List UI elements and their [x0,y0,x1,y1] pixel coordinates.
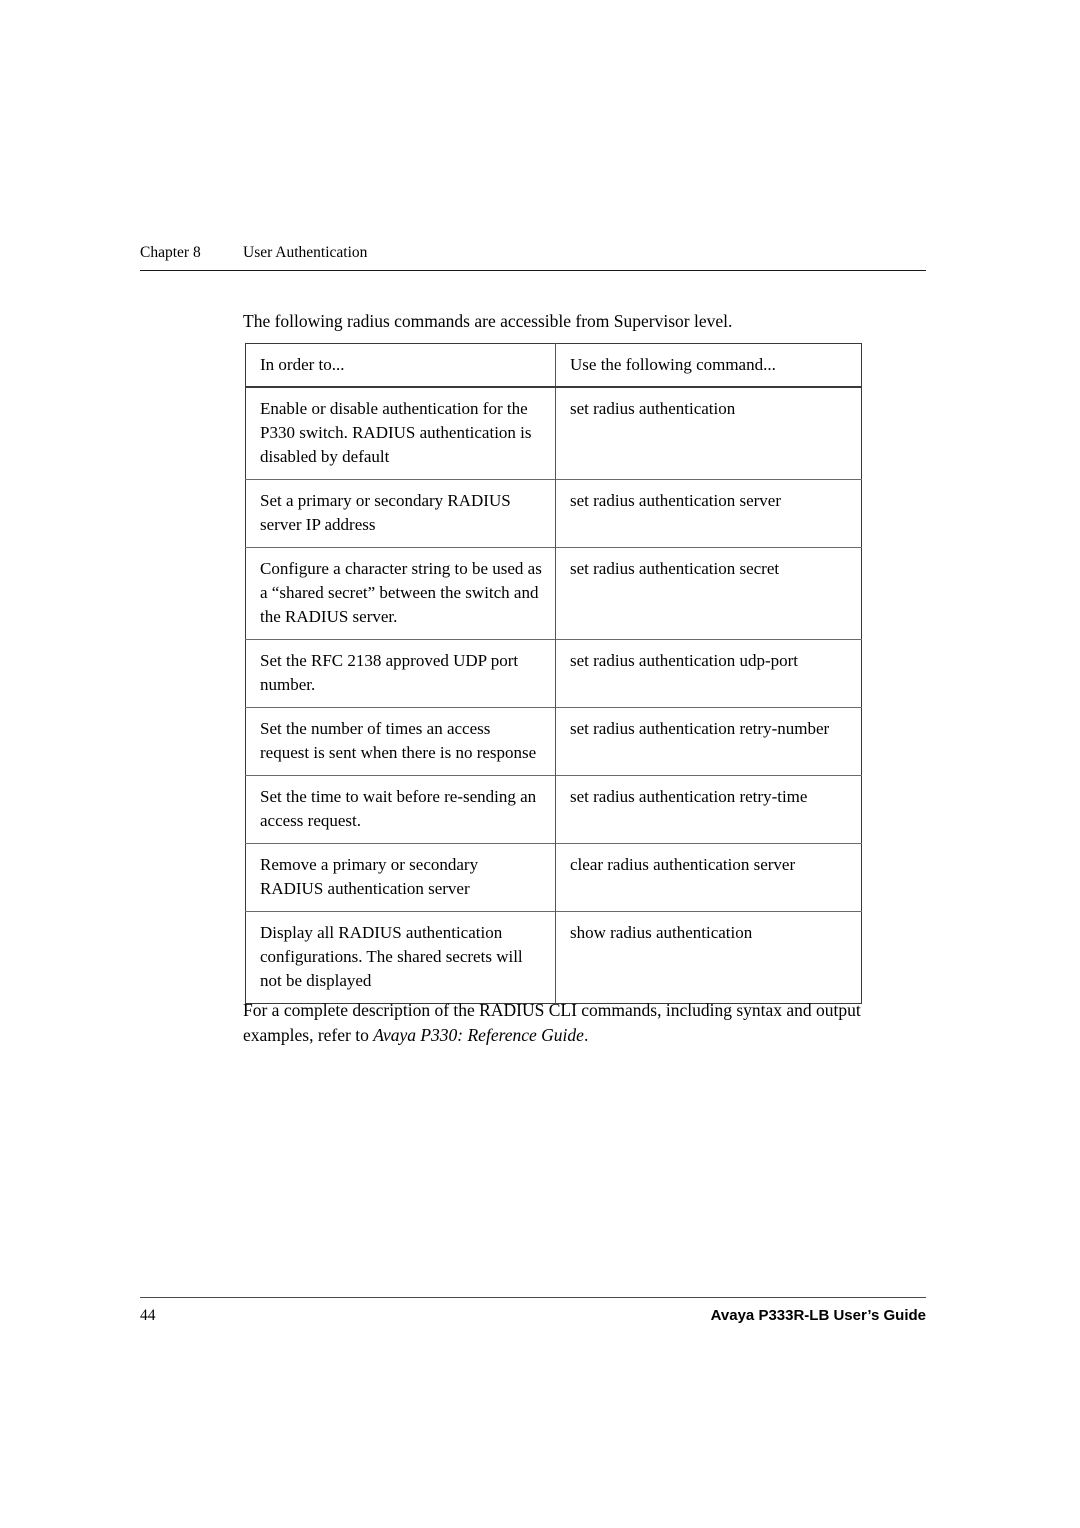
cell-command-text: show radius authentication [570,923,753,942]
cell-intent: Set a primary or secondary RADIUS server… [245,479,556,548]
table-row: Enable or disable authentication for the… [245,387,862,480]
cell-command: set radius authentication retry-time [556,776,862,844]
table-row: Set the RFC 2138 approved UDP port numbe… [245,639,862,708]
header-rule [140,270,926,271]
cell-command: set radius authentication udp-port [556,640,862,708]
cell-command-text: clear radius authentication server [570,855,796,874]
guide-title: Avaya P333R-LB User’s Guide [710,1307,926,1324]
cell-command: set radius authentication [556,387,862,480]
column-header-intent: In order to... [245,343,556,388]
cell-intent-text: Set the RFC 2138 approved UDP port numbe… [260,651,519,694]
table-row: Set the number of times an access reques… [245,707,862,776]
cell-intent: Remove a primary or secondary RADIUS aut… [245,843,556,912]
cell-intent-text: Remove a primary or secondary RADIUS aut… [260,855,479,898]
radius-commands-table: In order to... Use the following command… [245,343,862,1004]
cell-intent: Set the time to wait before re-sending a… [245,775,556,844]
chapter-label: Chapter 8 [140,244,201,261]
page-footer: 44 Avaya P333R-LB User’s Guide [140,1303,926,1329]
table-row: Set a primary or secondary RADIUS server… [245,479,862,548]
cell-command: set radius authentication secret [556,548,862,640]
cell-intent-text: Display all RADIUS authentication config… [260,923,523,990]
table-header: In order to... Use the following command… [245,343,862,388]
cell-command-text: set radius authentication retry-number [570,719,830,738]
table-body: Enable or disable authentication for the… [245,387,862,1004]
cell-command-text: set radius authentication [570,399,736,418]
cell-command: clear radius authentication server [556,844,862,912]
cell-intent: Configure a character string to be used … [245,547,556,640]
reference-guide-title: Avaya P330: Reference Guide [373,1024,584,1045]
closing-paragraph-trail: . [583,1024,589,1045]
closing-paragraph: For a complete description of the RADIUS… [243,998,935,1048]
table-row: Set the time to wait before re-sending a… [245,775,862,844]
cell-command: set radius authentication retry-number [556,708,862,776]
cell-intent: Display all RADIUS authentication config… [245,911,556,1004]
column-header-command-text: Use the following command... [570,355,776,374]
cell-intent: Enable or disable authentication for the… [245,387,556,480]
cell-intent: Set the number of times an access reques… [245,707,556,776]
cell-command-text: set radius authentication secret [570,559,780,578]
cell-intent-text: Set the number of times an access reques… [260,719,537,762]
column-header-intent-text: In order to... [260,355,345,374]
cell-command: show radius authentication [556,912,862,1004]
document-page: Chapter 8 User Authentication The followi… [0,0,1080,1528]
cell-command-text: set radius authentication retry-time [570,787,808,806]
cell-command-text: set radius authentication udp-port [570,651,799,670]
table-row: Configure a character string to be used … [245,547,862,640]
cell-intent-text: Configure a character string to be used … [260,559,542,626]
cell-intent-text: Enable or disable authentication for the… [260,399,532,466]
chapter-title: User Authentication [243,244,368,261]
table-row: Display all RADIUS authentication config… [245,911,862,1004]
page-number: 44 [140,1307,156,1324]
cell-intent-text: Set a primary or secondary RADIUS server… [260,491,511,534]
intro-paragraph: The following radius commands are access… [243,310,733,331]
cell-intent-text: Set the time to wait before re-sending a… [260,787,537,830]
footer-rule [140,1297,926,1298]
table-header-row: In order to... Use the following command… [245,343,862,388]
column-header-command: Use the following command... [555,343,862,388]
running-header: Chapter 8 User Authentication [140,241,926,265]
cell-intent: Set the RFC 2138 approved UDP port numbe… [245,639,556,708]
cell-command-text: set radius authentication server [570,491,782,510]
table-row: Remove a primary or secondary RADIUS aut… [245,843,862,912]
cell-command: set radius authentication server [556,480,862,548]
